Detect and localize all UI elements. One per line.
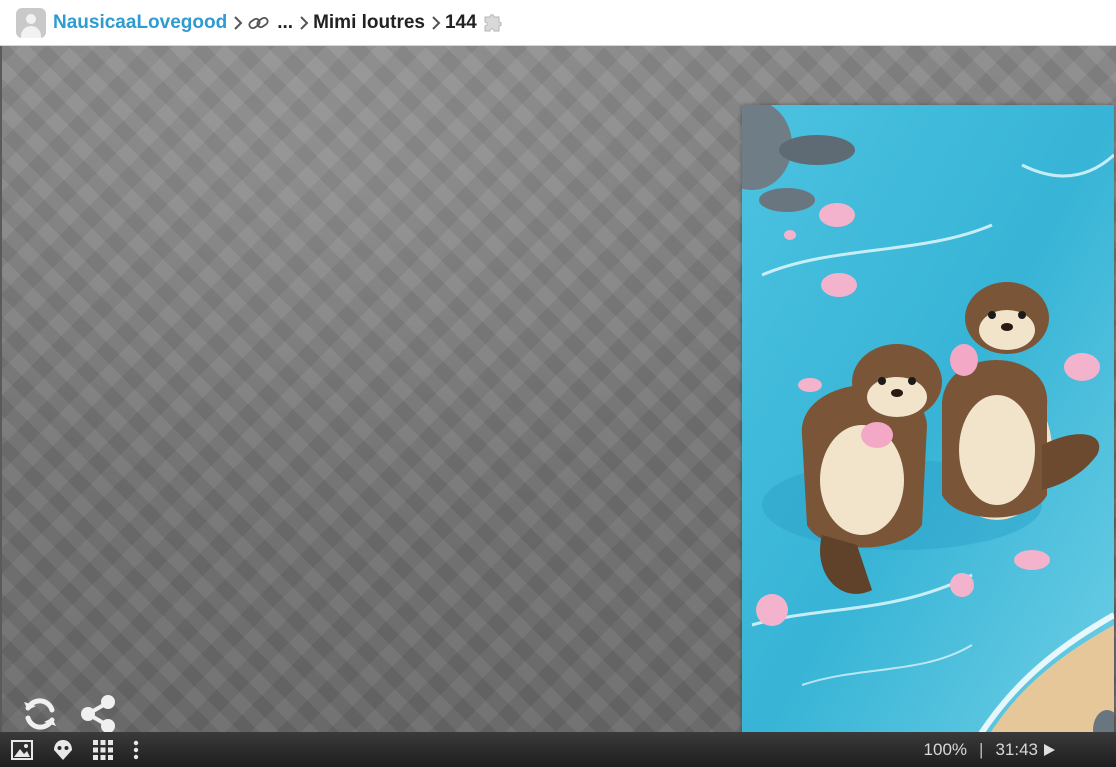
- image-icon[interactable]: [10, 739, 34, 761]
- status-bar: 100% | 31:43: [0, 732, 1116, 767]
- puzzle-piece-icon: [481, 11, 505, 35]
- link-icon[interactable]: [247, 13, 271, 33]
- chevron-right-icon: [233, 15, 243, 31]
- breadcrumb-user-link[interactable]: NausicaaLovegood: [53, 12, 227, 34]
- piece-count: 144: [444, 11, 477, 33]
- breadcrumb-ellipsis[interactable]: ...: [277, 12, 293, 34]
- restart-icon[interactable]: [20, 694, 60, 734]
- breadcrumb-puzzle-name[interactable]: Mimi loutres: [313, 12, 425, 34]
- play-icon[interactable]: [1042, 743, 1056, 757]
- chevron-right-icon: [299, 15, 309, 31]
- share-icon[interactable]: [78, 694, 118, 734]
- ghost-icon[interactable]: [52, 738, 74, 762]
- grid-icon[interactable]: [92, 739, 114, 761]
- status-divider: |: [979, 739, 984, 759]
- avatar[interactable]: [16, 7, 46, 38]
- more-vertical-icon[interactable]: [132, 739, 140, 761]
- timer: 31:43: [995, 739, 1038, 759]
- board-tools: [20, 694, 118, 734]
- breadcrumb: NausicaaLovegood ... Mimi loutres 144: [0, 0, 1116, 46]
- chevron-right-icon: [431, 15, 441, 31]
- zoom-level[interactable]: 100%: [924, 740, 967, 760]
- puzzle-board[interactable]: [0, 46, 1116, 765]
- puzzle-reference-image: [742, 105, 1114, 765]
- status-readout: 100% | 31:43: [924, 732, 1056, 767]
